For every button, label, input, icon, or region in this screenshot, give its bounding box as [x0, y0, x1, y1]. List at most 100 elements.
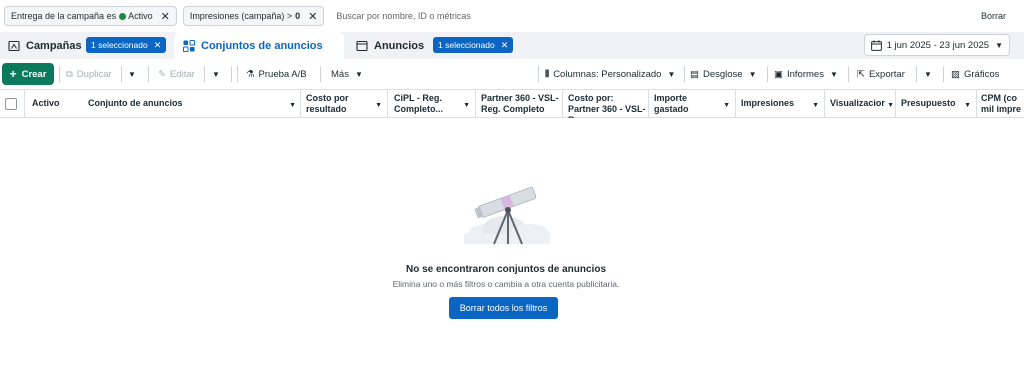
column-header-label: Impresiones [741, 98, 795, 108]
column-header-cipl[interactable]: CiPL - Reg. Completo... ▼ [394, 90, 474, 118]
select-all-checkbox[interactable] [5, 98, 17, 110]
column-header-label: Costo por: Partner 360 - VSL- Reg.... [568, 93, 646, 118]
column-header-label: CiPL - Reg. Completo... [394, 93, 443, 114]
column-header-adset[interactable]: Conjunto de anuncios ▼ [88, 90, 300, 118]
column-header-cost-partner360[interactable]: Costo por: Partner 360 - VSL- Reg.... [568, 90, 648, 118]
columns-label: Columnas: Personalizado [553, 68, 662, 80]
column-header-label: Costo por resultado [306, 93, 349, 114]
duplicate-dropdown[interactable]: ▼ [128, 63, 136, 85]
filter-chip-delivery[interactable]: Entrega de la campaña es Activo ✕ [4, 6, 177, 26]
charts-button[interactable]: ▨ Gráficos [951, 63, 999, 85]
column-divider [562, 90, 563, 118]
tab-campaigns[interactable]: Campañas [8, 32, 82, 59]
divider [943, 66, 944, 82]
export-button[interactable]: ⇱ Exportar [857, 63, 905, 85]
pencil-icon: ✎ [158, 68, 166, 80]
column-divider [475, 90, 476, 118]
divider [916, 66, 917, 82]
tab-label: Conjuntos de anuncios [201, 39, 323, 52]
campaigns-selection-badge[interactable]: 1 seleccionado ✕ [86, 37, 167, 53]
edit-button[interactable]: ✎ Editar [158, 63, 195, 85]
table-header: Activo Conjunto de anuncios ▼ Costo por … [0, 89, 1024, 118]
date-range-label: 1 jun 2025 - 23 jun 2025 [886, 39, 990, 51]
sort-icon: ▼ [463, 102, 470, 109]
column-header-cpm[interactable]: CPM (co mil impre [981, 90, 1024, 118]
flask-icon: ⚗ [246, 68, 255, 80]
sort-icon: ▼ [289, 102, 296, 109]
column-header-label: Importe gastado [654, 93, 689, 114]
charts-label: Gráficos [963, 68, 1000, 80]
column-header-amount-spent[interactable]: Importe gastado ▼ [654, 90, 734, 118]
filter-chip-label: Impresiones (campaña) > [189, 11, 293, 21]
column-header-budget[interactable]: Presupuesto ▼ [901, 90, 975, 118]
filter-chip-label: Entrega de la campaña es [11, 11, 117, 21]
chevron-down-icon: ▼ [128, 69, 136, 79]
divider [320, 66, 321, 82]
more-button[interactable]: Más ▼ [331, 63, 363, 85]
divider [121, 66, 122, 82]
edit-label: Editar [169, 68, 195, 80]
filter-chip-value: 0 [295, 11, 301, 21]
empty-state: No se encontraron conjuntos de anuncios … [0, 118, 1024, 369]
tab-ads[interactable]: Anuncios [356, 32, 424, 59]
ads-selection-badge[interactable]: 1 seleccionado ✕ [433, 37, 514, 53]
chevron-down-icon: ▼ [995, 40, 1003, 50]
filter-bar: Entrega de la campaña es Activo ✕ Impres… [0, 0, 1024, 32]
column-header-active[interactable]: Activo [32, 90, 82, 118]
close-icon[interactable]: ✕ [161, 10, 170, 23]
column-header-partner360[interactable]: Partner 360 - VSL- Reg. Completo [481, 90, 561, 118]
chevron-down-icon: ▼ [924, 69, 932, 79]
column-divider [24, 90, 25, 118]
sort-icon: ▼ [964, 102, 971, 109]
export-dropdown[interactable]: ▼ [924, 63, 932, 85]
column-header-label: Activo [32, 98, 60, 108]
duplicate-icon: ⧉ [66, 68, 73, 80]
tab-label: Campañas [26, 39, 82, 52]
empty-state-title: No se encontraron conjuntos de anuncios [405, 264, 607, 275]
close-icon[interactable]: ✕ [501, 40, 509, 51]
column-divider [976, 90, 977, 118]
clear-filters-link[interactable]: Borrar [981, 11, 1006, 21]
search-input[interactable]: Buscar por nombre, ID o métricas [330, 11, 981, 21]
columns-button[interactable]: ⦀ Columnas: Personalizado ▼ [545, 63, 675, 85]
active-status-dot [119, 12, 127, 20]
column-divider [735, 90, 736, 118]
create-button[interactable]: + Crear [2, 63, 54, 85]
column-header-views[interactable]: Visualizacior ▼ [830, 90, 894, 118]
calendar-icon [870, 39, 882, 51]
divider [204, 66, 205, 82]
chevron-down-icon: ▼ [667, 69, 676, 79]
breakdown-icon: ▤ [690, 68, 699, 80]
tab-label: Anuncios [374, 39, 425, 52]
filter-chip-impressions[interactable]: Impresiones (campaña) > 0 ✕ [182, 6, 325, 26]
breakdown-button[interactable]: ▤ Desglose ▼ [690, 63, 757, 85]
badge-label: 1 seleccionado [438, 40, 495, 50]
grid-icon [183, 39, 195, 52]
column-header-cost-per-result[interactable]: Costo por resultado ▼ [306, 90, 386, 118]
column-header-label: Presupuesto [901, 98, 956, 108]
ab-test-label: Prueba A/B [258, 68, 307, 80]
column-header-label: CPM (co mil impre [981, 93, 1022, 114]
column-header-impressions[interactable]: Impresiones ▼ [741, 90, 823, 118]
clear-all-filters-button[interactable]: Borrar todos los filtros [449, 297, 558, 319]
column-divider [824, 90, 825, 118]
divider [237, 66, 238, 82]
column-divider [648, 90, 649, 118]
column-header-label: Partner 360 - VSL- Reg. Completo [481, 93, 559, 114]
date-range-picker[interactable]: 1 jun 2025 - 23 jun 2025 ▼ [863, 34, 1010, 56]
close-icon[interactable]: ✕ [308, 10, 317, 23]
campaign-icon [8, 40, 20, 51]
columns-icon: ⦀ [545, 68, 550, 80]
divider [538, 66, 539, 82]
reports-button[interactable]: ▣ Informes ▼ [774, 63, 838, 85]
badge-label: 1 seleccionado [91, 40, 148, 50]
tab-adsets[interactable]: Conjuntos de anuncios [174, 32, 344, 59]
duplicate-label: Duplicar [76, 68, 112, 80]
close-icon[interactable]: ✕ [154, 40, 162, 51]
export-icon: ⇱ [857, 68, 865, 80]
chart-icon: ▨ [951, 68, 960, 80]
duplicate-button[interactable]: ⧉ Duplicar [66, 63, 112, 85]
ab-test-button[interactable]: ⚗ Prueba A/B [246, 63, 307, 85]
column-divider [300, 90, 301, 118]
edit-dropdown[interactable]: ▼ [212, 63, 220, 85]
